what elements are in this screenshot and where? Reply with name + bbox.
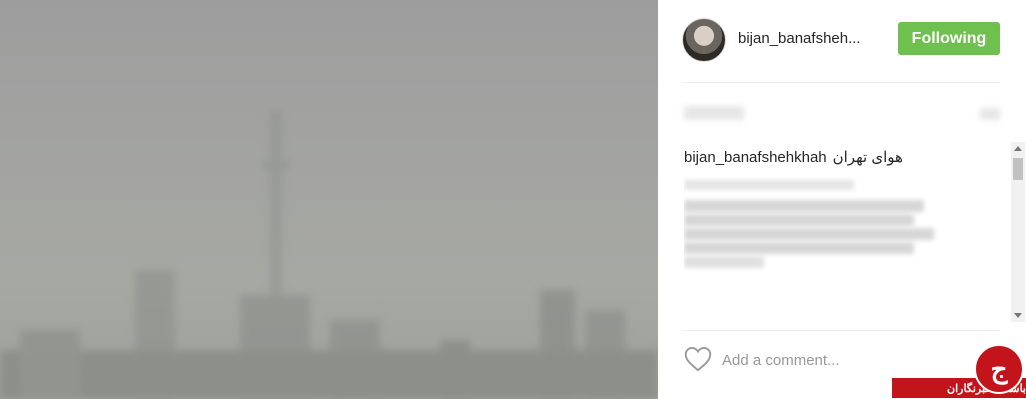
header-divider [682, 82, 1000, 83]
time-ago [980, 108, 1000, 120]
post-header: bijan_banafsheh... Following [682, 18, 1000, 62]
watermark-logo: باشگاه خبرنگاران ج [892, 340, 1026, 399]
caption-text: هوای تهران [832, 149, 903, 166]
comments-scrollbar[interactable] [1011, 142, 1025, 322]
list-item [684, 228, 934, 240]
username-link[interactable]: bijan_banafsheh... [738, 30, 861, 47]
list-item [684, 256, 764, 268]
avatar[interactable] [682, 18, 726, 62]
scroll-down-arrow-icon[interactable] [1014, 313, 1022, 318]
post-caption: bijan_banafshehkhah هوای تهران [684, 148, 1004, 166]
following-button[interactable]: Following [898, 22, 1000, 55]
list-item [684, 200, 924, 212]
scroll-thumb[interactable] [1013, 158, 1023, 180]
heart-icon[interactable] [684, 346, 712, 372]
list-item [684, 242, 914, 254]
comments-list [684, 176, 984, 326]
post-photo[interactable] [0, 0, 658, 399]
foggy-skyline-image [0, 110, 658, 399]
scroll-up-arrow-icon[interactable] [1014, 146, 1022, 151]
likes-count [684, 106, 744, 120]
load-more-comments[interactable] [684, 180, 854, 190]
logo-icon: ج [974, 344, 1024, 394]
list-item [684, 214, 914, 226]
caption-username[interactable]: bijan_banafshehkhah [684, 149, 827, 166]
comment-divider [682, 330, 1000, 331]
add-comment-input[interactable]: Add a comment... [722, 352, 840, 369]
